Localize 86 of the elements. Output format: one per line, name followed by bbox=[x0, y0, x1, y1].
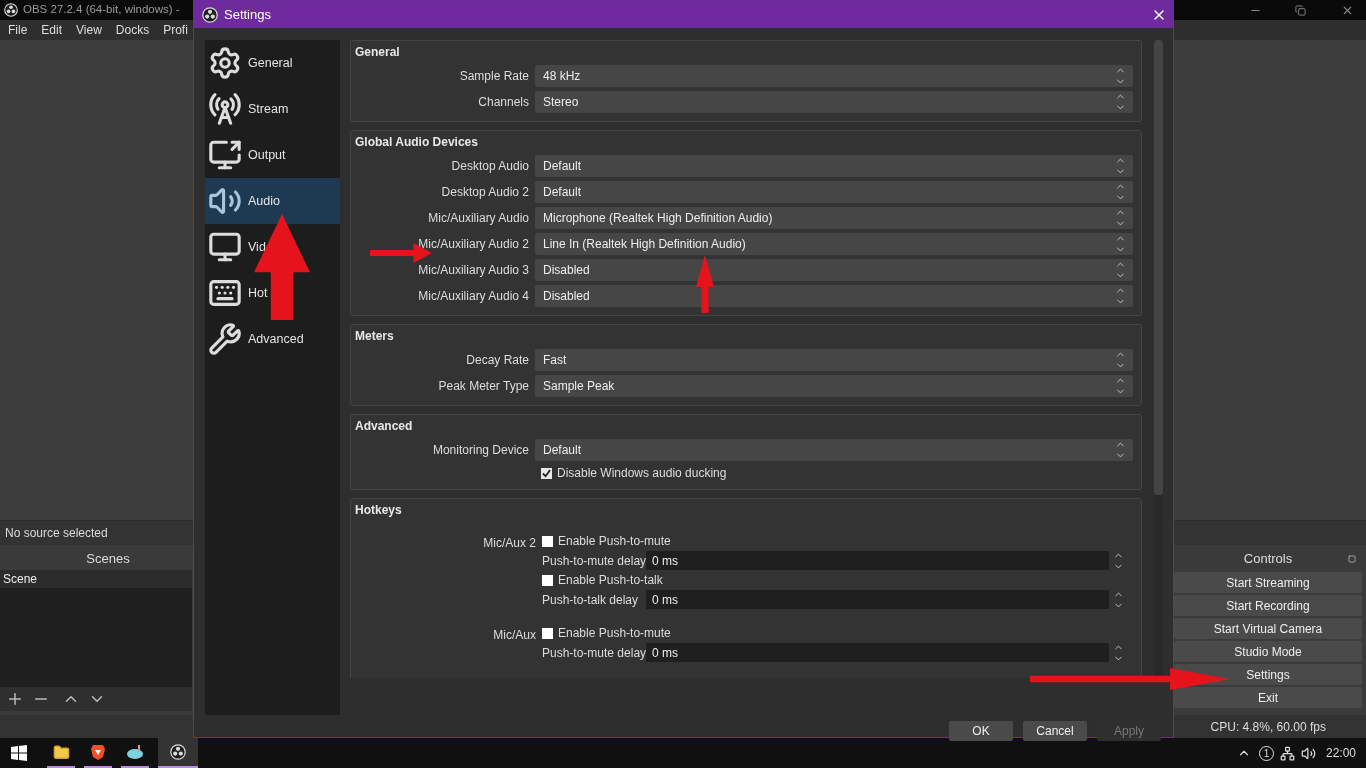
checkbox[interactable] bbox=[542, 574, 553, 586]
control-button[interactable]: Start Streaming bbox=[1174, 572, 1362, 593]
scene-item[interactable]: Scene bbox=[0, 570, 192, 588]
obs-logo-icon bbox=[202, 6, 218, 23]
field-label: Desktop Audio 2 bbox=[440, 184, 530, 201]
network-icon[interactable] bbox=[1279, 745, 1295, 761]
group-title: Hotkeys bbox=[355, 502, 403, 519]
sidebar-item[interactable]: Hot bbox=[205, 270, 340, 316]
gear-icon bbox=[208, 46, 242, 80]
dropdown-field[interactable]: Fast bbox=[535, 349, 1133, 371]
control-button[interactable]: Studio Mode bbox=[1174, 641, 1362, 662]
field-label: Desktop Audio bbox=[450, 158, 530, 175]
menu-item[interactable]: Profi bbox=[163, 21, 188, 39]
spin-field[interactable]: 0 ms bbox=[646, 551, 1109, 570]
field-label: Decay Rate bbox=[465, 352, 530, 369]
dropdown-field[interactable]: Default bbox=[535, 155, 1133, 177]
obs-taskbar-icon[interactable] bbox=[158, 738, 198, 768]
menu-item[interactable]: Docks bbox=[115, 21, 150, 39]
windows-logo-icon[interactable] bbox=[11, 745, 27, 761]
field-label: Push-to-mute delay bbox=[542, 552, 646, 570]
source-status: No source selected bbox=[5, 525, 108, 542]
field-label: Monitoring Device bbox=[431, 442, 530, 459]
field-label: Sample Rate bbox=[458, 68, 530, 85]
obs-logo-icon bbox=[170, 744, 186, 760]
monitor-icon bbox=[208, 230, 242, 264]
antenna-icon bbox=[208, 92, 242, 126]
field-label: Mic/Auxiliary Audio 4 bbox=[417, 288, 530, 305]
dropdown-field[interactable]: Default bbox=[535, 439, 1133, 461]
sidebar-item[interactable]: Stream bbox=[205, 86, 340, 132]
checkbox-label: Disable Windows audio ducking bbox=[557, 465, 727, 482]
checkbox[interactable] bbox=[541, 467, 552, 479]
checkbox-label: Enable Push-to-talk bbox=[558, 572, 663, 589]
field-label: Mic/Auxiliary Audio bbox=[427, 210, 530, 227]
cpu-status: CPU: 4.8%, 60.00 fps bbox=[1210, 718, 1326, 736]
dropdown-field[interactable]: Default bbox=[535, 181, 1133, 203]
menu-item[interactable]: File bbox=[8, 21, 28, 39]
field-label: Mic/Auxiliary Audio 2 bbox=[417, 236, 530, 253]
restore-icon[interactable] bbox=[1295, 4, 1306, 16]
field-label: Push-to-mute delay bbox=[542, 644, 646, 662]
checkbox-label: Enable Push-to-mute bbox=[558, 533, 671, 550]
dialog-button[interactable]: Cancel bbox=[1023, 721, 1087, 741]
control-button[interactable]: Exit bbox=[1174, 687, 1362, 708]
checkbox[interactable] bbox=[542, 627, 553, 639]
dropdown-field[interactable]: Disabled bbox=[535, 259, 1133, 281]
dropdown-field[interactable]: Sample Peak bbox=[535, 375, 1133, 397]
menu-item[interactable]: View bbox=[76, 21, 102, 39]
clock: 22:00 bbox=[1325, 745, 1356, 762]
window-title: OBS 27.2.4 (64-bit, windows) - bbox=[23, 2, 180, 18]
add-icon[interactable] bbox=[6, 690, 24, 708]
menu-item[interactable]: Edit bbox=[41, 21, 63, 39]
dropdown-field[interactable]: 48 kHz bbox=[535, 65, 1133, 87]
obs-logo-icon bbox=[4, 3, 18, 17]
float-icon[interactable] bbox=[1348, 555, 1356, 563]
group-title: General bbox=[355, 44, 401, 61]
field-label: Peak Meter Type bbox=[437, 378, 530, 395]
group-title: Advanced bbox=[355, 418, 414, 435]
checkbox[interactable] bbox=[542, 535, 553, 547]
hotkey-group-label: Mic/Aux bbox=[492, 627, 537, 644]
dock-title: Controls bbox=[1243, 550, 1293, 569]
dialog-button[interactable]: OK bbox=[949, 721, 1013, 741]
group-title: Global Audio Devices bbox=[355, 134, 479, 151]
sidebar-item[interactable]: General bbox=[205, 40, 340, 86]
dropdown-field[interactable]: Line In (Realtek High Definition Audio) bbox=[535, 233, 1133, 255]
dropdown-field[interactable]: Stereo bbox=[535, 91, 1133, 113]
field-label: Channels bbox=[477, 94, 530, 111]
control-button[interactable]: Start Recording bbox=[1174, 595, 1362, 616]
dock-title: Scenes bbox=[86, 550, 130, 569]
sidebar-item[interactable]: Vid bbox=[205, 224, 340, 270]
sidebar-item[interactable]: Audio bbox=[205, 178, 340, 224]
field-label: Push-to-talk delay bbox=[542, 591, 640, 609]
field-label: Mic/Auxiliary Audio 3 bbox=[417, 262, 530, 279]
scrollbar[interactable] bbox=[1154, 40, 1163, 678]
hotkey-group-label: Mic/Aux 2 bbox=[482, 535, 537, 552]
spin-field[interactable]: 0 ms bbox=[646, 590, 1109, 609]
control-button[interactable]: Start Virtual Camera bbox=[1174, 618, 1362, 639]
checkbox-label: Enable Push-to-mute bbox=[558, 625, 671, 642]
sidebar-item[interactable]: Output bbox=[205, 132, 340, 178]
annotation-arrow bbox=[696, 255, 714, 313]
sidebar-item[interactable]: Advanced bbox=[205, 316, 340, 362]
wrench-icon bbox=[208, 322, 242, 356]
dropdown-field[interactable]: Disabled bbox=[535, 285, 1133, 307]
spin-field[interactable]: 0 ms bbox=[646, 643, 1109, 662]
group-title: Meters bbox=[355, 328, 395, 345]
volume-icon[interactable] bbox=[1300, 745, 1316, 761]
dialog-title: Settings bbox=[224, 5, 271, 24]
dropdown-field[interactable]: Microphone (Realtek High Definition Audio) bbox=[535, 207, 1133, 229]
